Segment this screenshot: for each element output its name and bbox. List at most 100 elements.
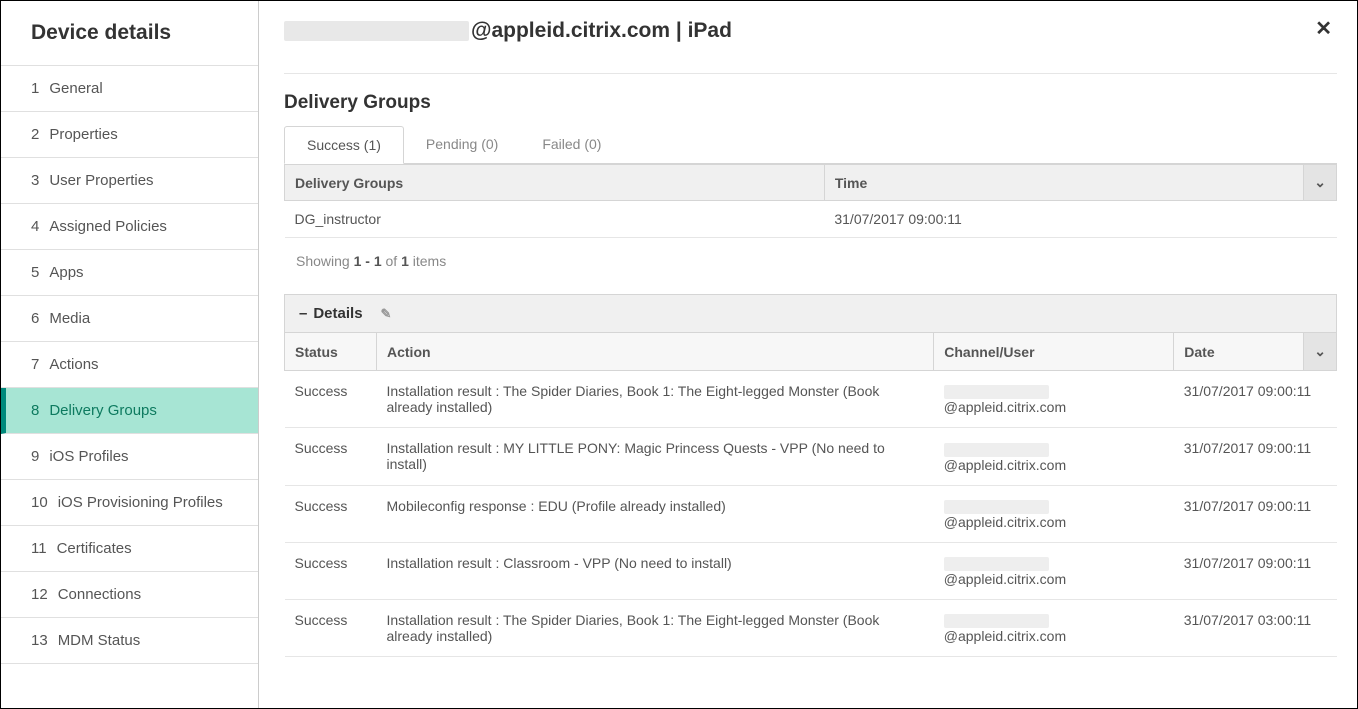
sidebar-item-user-properties[interactable]: 3 User Properties: [1, 158, 258, 204]
dg-time: 31/07/2017 09:00:11: [824, 201, 1336, 238]
detail-status: Success: [285, 485, 377, 542]
table-row[interactable]: Success Installation result : Classroom …: [285, 542, 1337, 599]
channel-suffix: @appleid.citrix.com: [944, 571, 1066, 587]
table-row[interactable]: DG_instructor 31/07/2017 09:00:11: [285, 201, 1337, 238]
sidebar-item-number: 8: [31, 402, 39, 419]
sidebar-item-label: iOS Profiles: [49, 448, 128, 465]
delivery-groups-table: Delivery Groups Time ⌄ DG_instructor 31/…: [284, 164, 1337, 238]
sidebar-item-label: Assigned Policies: [49, 218, 167, 235]
sidebar-item-number: 12: [31, 586, 48, 603]
sidebar-item-number: 7: [31, 356, 39, 373]
detail-channel: @appleid.citrix.com: [934, 371, 1174, 428]
details-header-date[interactable]: Date: [1174, 333, 1304, 371]
detail-action: Installation result : The Spider Diaries…: [377, 600, 934, 657]
sidebar-item-number: 9: [31, 448, 39, 465]
sidebar-item-label: User Properties: [49, 172, 153, 189]
redacted-user: [944, 500, 1049, 514]
detail-date: 31/07/2017 09:00:11: [1174, 428, 1337, 485]
sidebar-item-number: 5: [31, 264, 39, 281]
dg-header-expand[interactable]: ⌄: [1304, 165, 1337, 201]
tab-success[interactable]: Success (1): [284, 126, 404, 164]
tab-failed[interactable]: Failed (0): [520, 126, 623, 163]
table-row[interactable]: Success Installation result : MY LITTLE …: [285, 428, 1337, 485]
sidebar-items: 1 General 2 Properties 3 User Properties…: [1, 66, 258, 708]
chevron-down-icon: ⌄: [1314, 343, 1326, 359]
table-row[interactable]: Success Installation result : The Spider…: [285, 600, 1337, 657]
sidebar-item-ios-profiles[interactable]: 9 iOS Profiles: [1, 434, 258, 480]
pagination-total: 1: [401, 253, 409, 269]
detail-channel: @appleid.citrix.com: [934, 600, 1174, 657]
detail-date: 31/07/2017 03:00:11: [1174, 600, 1337, 657]
detail-channel: @appleid.citrix.com: [934, 428, 1174, 485]
page-title-suffix: @appleid.citrix.com | iPad: [471, 19, 732, 43]
sidebar-item-label: General: [49, 80, 102, 97]
sidebar-item-label: Media: [49, 310, 90, 327]
page-title: @appleid.citrix.com | iPad: [284, 19, 732, 43]
detail-action: Installation result : The Spider Diaries…: [377, 371, 934, 428]
sidebar-item-connections[interactable]: 12 Connections: [1, 572, 258, 618]
sidebar-item-number: 1: [31, 80, 39, 97]
sidebar-item-number: 4: [31, 218, 39, 235]
table-row[interactable]: Success Mobileconfig response : EDU (Pro…: [285, 485, 1337, 542]
details-header-action[interactable]: Action: [377, 333, 934, 371]
sidebar-item-number: 2: [31, 126, 39, 143]
main-content: @appleid.citrix.com | iPad ✕ Delivery Gr…: [259, 1, 1357, 708]
details-header-status[interactable]: Status: [285, 333, 377, 371]
sidebar-item-label: Certificates: [57, 540, 132, 557]
sidebar-item-actions[interactable]: 7 Actions: [1, 342, 258, 388]
edit-icon[interactable]: ✎: [381, 306, 392, 322]
sidebar: Device details 1 General 2 Properties 3 …: [1, 1, 259, 708]
detail-status: Success: [285, 600, 377, 657]
detail-action: Mobileconfig response : EDU (Profile alr…: [377, 485, 934, 542]
header-row: @appleid.citrix.com | iPad ✕: [284, 19, 1337, 43]
channel-suffix: @appleid.citrix.com: [944, 399, 1066, 415]
detail-channel: @appleid.citrix.com: [934, 485, 1174, 542]
pagination-suffix: items: [409, 253, 446, 269]
detail-status: Success: [285, 371, 377, 428]
sidebar-item-media[interactable]: 6 Media: [1, 296, 258, 342]
separator: [284, 73, 1337, 74]
sidebar-item-label: Connections: [58, 586, 141, 603]
sidebar-item-label: Delivery Groups: [49, 402, 157, 419]
dg-header-groups[interactable]: Delivery Groups: [285, 165, 825, 201]
chevron-down-icon: ⌄: [1314, 174, 1326, 190]
sidebar-item-number: 13: [31, 632, 48, 649]
sidebar-item-label: Properties: [49, 126, 117, 143]
sidebar-item-certificates[interactable]: 11 Certificates: [1, 526, 258, 572]
detail-date: 31/07/2017 09:00:11: [1174, 542, 1337, 599]
detail-date: 31/07/2017 09:00:11: [1174, 485, 1337, 542]
details-header-channel[interactable]: Channel/User: [934, 333, 1174, 371]
dg-name: DG_instructor: [285, 201, 825, 238]
redacted-user: [944, 614, 1049, 628]
sidebar-item-general[interactable]: 1 General: [1, 66, 258, 112]
sidebar-item-label: MDM Status: [58, 632, 141, 649]
sidebar-item-label: Actions: [49, 356, 98, 373]
sidebar-item-mdm-status[interactable]: 13 MDM Status: [1, 618, 258, 664]
detail-status: Success: [285, 428, 377, 485]
detail-action: Installation result : MY LITTLE PONY: Ma…: [377, 428, 934, 485]
pagination-prefix: Showing: [296, 253, 354, 269]
sidebar-item-apps[interactable]: 5 Apps: [1, 250, 258, 296]
redacted-user: [284, 21, 469, 41]
sidebar-item-assigned-policies[interactable]: 4 Assigned Policies: [1, 204, 258, 250]
sidebar-item-number: 3: [31, 172, 39, 189]
sidebar-item-properties[interactable]: 2 Properties: [1, 112, 258, 158]
close-icon[interactable]: ✕: [1310, 19, 1337, 39]
redacted-user: [944, 443, 1049, 457]
sidebar-item-delivery-groups[interactable]: 8 Delivery Groups: [1, 388, 258, 434]
table-row[interactable]: Success Installation result : The Spider…: [285, 371, 1337, 428]
collapse-icon: –: [299, 305, 307, 322]
dg-header-time[interactable]: Time: [824, 165, 1303, 201]
details-header-expand[interactable]: ⌄: [1304, 333, 1337, 371]
channel-suffix: @appleid.citrix.com: [944, 457, 1066, 473]
sidebar-item-number: 10: [31, 494, 48, 511]
sidebar-item-number: 11: [31, 540, 47, 557]
tab-pending[interactable]: Pending (0): [404, 126, 520, 163]
details-table: Status Action Channel/User Date ⌄ Succes…: [284, 333, 1337, 657]
sidebar-item-label: Apps: [49, 264, 83, 281]
sidebar-item-number: 6: [31, 310, 39, 327]
sidebar-item-ios-provisioning-profiles[interactable]: 10 iOS Provisioning Profiles: [1, 480, 258, 526]
details-header[interactable]: – Details ✎: [284, 294, 1337, 333]
details-title: Details: [313, 305, 362, 322]
detail-date: 31/07/2017 09:00:11: [1174, 371, 1337, 428]
